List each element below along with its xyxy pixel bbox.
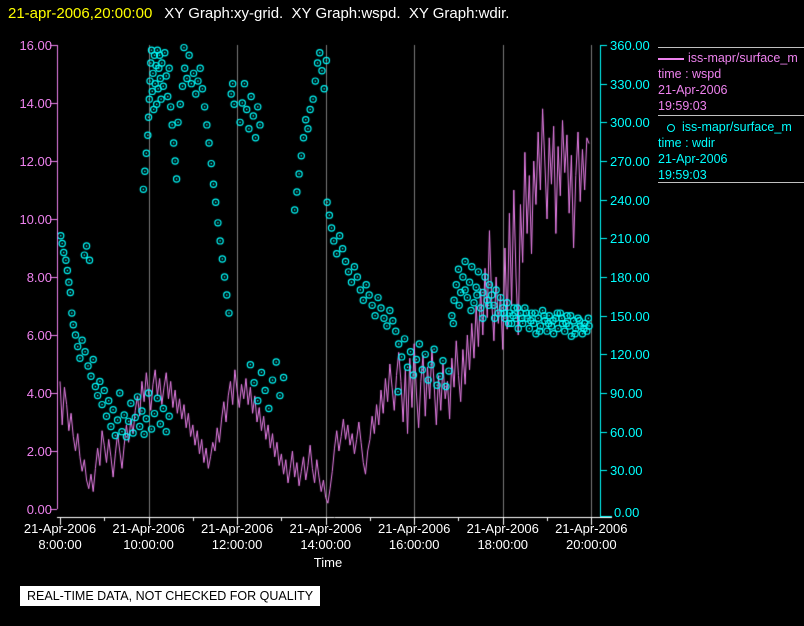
x-tick-time: 20:00:00 xyxy=(543,537,639,552)
x-axis-title: Time xyxy=(298,555,358,570)
x-tick-date: 21-Apr-2006 xyxy=(455,521,551,536)
legend-time: 19:59:03 xyxy=(658,99,707,113)
y-left-tick-label: 16.00 xyxy=(4,38,52,53)
y-left-tick-label: 0.00 xyxy=(4,502,52,517)
legend-field: time : wspd xyxy=(658,67,721,81)
y-left-tick-label: 8.00 xyxy=(4,270,52,285)
x-tick-date: 21-Apr-2006 xyxy=(543,521,639,536)
y-left-tick-label: 10.00 xyxy=(4,212,52,227)
x-tick-time: 10:00:00 xyxy=(101,537,197,552)
y-left-tick-label: 2.00 xyxy=(4,444,52,459)
legend-source: iss-mapr/surface_m xyxy=(688,51,798,65)
x-tick-date: 21-Apr-2006 xyxy=(12,521,108,536)
y-right-tick-label: 360.00 xyxy=(610,38,650,53)
legend-time: 19:59:03 xyxy=(658,168,707,182)
legend: iss-mapr/surface_m time : wspd 21-Apr-20… xyxy=(658,0,804,200)
x-tick-date: 21-Apr-2006 xyxy=(101,521,197,536)
title-bar: 21-apr-2006,20:00:00 XY Graph:xy-grid. XY… xyxy=(8,5,509,22)
y-right-tick-label: 270.00 xyxy=(610,154,650,169)
x-tick-date: 21-Apr-2006 xyxy=(366,521,462,536)
quality-notice: REAL-TIME DATA, NOT CHECKED FOR QUALITY xyxy=(20,586,320,606)
title-graph-list: XY Graph:xy-grid. XY Graph:wspd. XY Grap… xyxy=(164,5,509,22)
wspd-line-marker-icon xyxy=(658,58,684,60)
y-right-tick-label: 120.00 xyxy=(610,347,650,362)
legend-divider xyxy=(658,182,804,183)
legend-divider xyxy=(658,47,804,48)
y-right-tick-label: 240.00 xyxy=(610,193,650,208)
title-timestamp: 21-apr-2006,20:00:00 xyxy=(8,5,152,22)
y-left-tick-label: 6.00 xyxy=(4,328,52,343)
y-right-tick-label: 330.00 xyxy=(610,77,650,92)
xy-graph-window: 21-apr-2006,20:00:00 XY Graph:xy-grid. XY… xyxy=(0,0,804,626)
y-right-tick-label: 60.00 xyxy=(610,425,643,440)
x-tick-date: 21-Apr-2006 xyxy=(278,521,374,536)
x-tick-time: 16:00:00 xyxy=(366,537,462,552)
y-left-tick-label: 4.00 xyxy=(4,386,52,401)
y-right-tick-label: 150.00 xyxy=(610,309,650,324)
wdir-circle-marker-icon xyxy=(667,124,675,132)
y-left-tick-label: 14.00 xyxy=(4,96,52,111)
legend-field: time : wdir xyxy=(658,136,715,150)
legend-source: iss-mapr/surface_m xyxy=(682,120,792,134)
legend-divider xyxy=(658,115,804,116)
y-right-tick-label: 210.00 xyxy=(610,231,650,246)
y-right-tick-label: 0.00 xyxy=(614,505,639,520)
x-tick-time: 14:00:00 xyxy=(278,537,374,552)
x-tick-time: 18:00:00 xyxy=(455,537,551,552)
y-right-tick-label: 30.00 xyxy=(610,463,643,478)
y-left-tick-label: 12.00 xyxy=(4,154,52,169)
x-tick-time: 8:00:00 xyxy=(12,537,108,552)
y-right-tick-label: 90.00 xyxy=(610,386,643,401)
legend-date: 21-Apr-2006 xyxy=(658,152,728,166)
x-tick-time: 12:00:00 xyxy=(189,537,285,552)
legend-date: 21-Apr-2006 xyxy=(658,83,728,97)
y-right-tick-label: 180.00 xyxy=(610,270,650,285)
y-right-tick-label: 300.00 xyxy=(610,115,650,130)
x-tick-date: 21-Apr-2006 xyxy=(189,521,285,536)
